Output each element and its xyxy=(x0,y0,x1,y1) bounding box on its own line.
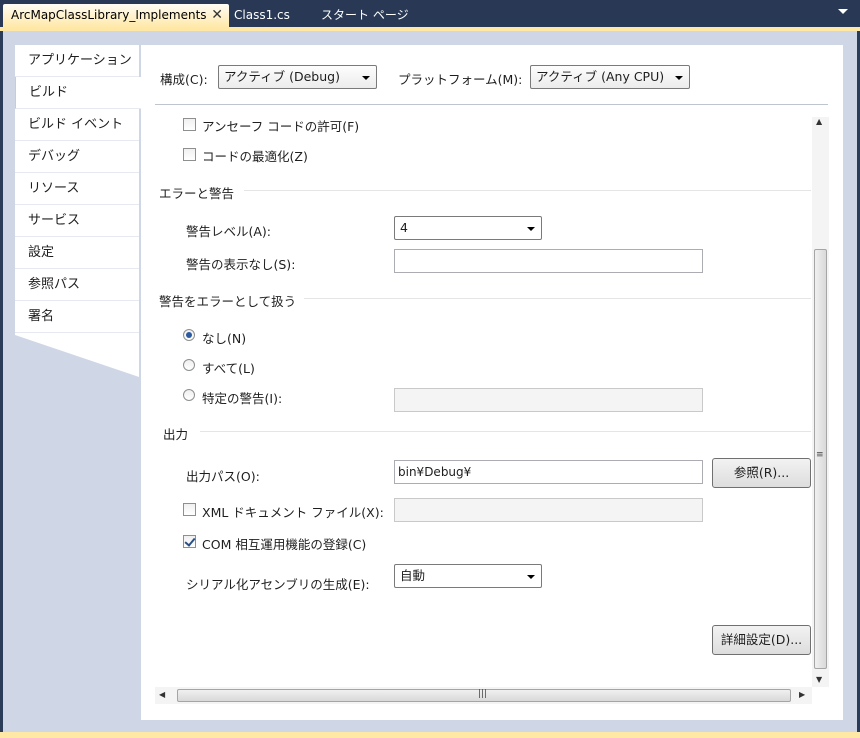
optimize-code-checkbox[interactable] xyxy=(183,148,196,161)
xml-doc-checkbox[interactable] xyxy=(183,503,196,516)
unsafe-code-label: アンセーフ コードの許可(F) xyxy=(202,119,360,134)
treat-specific-label: 特定の警告(I): xyxy=(202,391,283,406)
serialization-combo[interactable]: 自動 xyxy=(394,564,542,588)
tab-label: ArcMapClassLibrary_Implements xyxy=(11,8,207,22)
vertical-scrollbar[interactable]: ▲ ≡ ▼ xyxy=(812,117,829,687)
scroll-right-icon[interactable]: ▶ xyxy=(799,690,805,699)
nav-item-build-events[interactable]: ビルド イベント xyxy=(15,109,139,141)
nav-item-settings[interactable]: 設定 xyxy=(15,237,139,269)
bottom-accent-line xyxy=(0,732,860,738)
treat-none-radio[interactable] xyxy=(183,329,195,341)
section-rule xyxy=(244,190,811,191)
xml-doc-input[interactable] xyxy=(394,498,703,522)
specific-warnings-input[interactable] xyxy=(394,388,703,412)
chevron-down-icon[interactable] xyxy=(838,9,848,14)
config-label: 構成(C): xyxy=(160,72,208,87)
section-output-title: 出力 xyxy=(163,427,189,442)
section-rule xyxy=(200,431,811,432)
treat-specific-radio[interactable] xyxy=(183,389,195,401)
warning-level-value: 4 xyxy=(400,220,408,235)
grip-icon: ≡ xyxy=(816,450,824,460)
serialization-label: シリアル化アセンブリの生成(E): xyxy=(186,577,370,592)
treat-all-radio[interactable] xyxy=(183,359,195,371)
platform-label: プラットフォーム(M): xyxy=(398,72,523,87)
tab-start-page[interactable]: スタート ページ xyxy=(313,4,409,28)
horizontal-scroll-thumb[interactable]: ||| xyxy=(177,689,791,702)
document-tab-strip: ArcMapClassLibrary_Implements ✕ Class1.c… xyxy=(0,0,860,28)
close-icon[interactable]: ✕ xyxy=(211,4,223,27)
suppress-warnings-input[interactable] xyxy=(394,249,703,273)
nav-item-application[interactable]: アプリケーション xyxy=(15,45,139,77)
nav-item-signing[interactable]: 署名 xyxy=(15,301,139,333)
output-path-input[interactable]: bin¥Debug¥ xyxy=(394,460,703,484)
advanced-button[interactable]: 詳細設定(D)... xyxy=(712,625,811,655)
config-value: アクティブ (Debug) xyxy=(224,69,340,84)
chevron-down-icon xyxy=(527,227,535,231)
platform-combo[interactable]: アクティブ (Any CPU) xyxy=(530,65,690,89)
chevron-down-icon xyxy=(527,575,535,579)
warning-level-combo[interactable]: 4 xyxy=(394,216,542,240)
serialization-value: 自動 xyxy=(400,568,426,583)
tab-label: スタート ページ xyxy=(321,8,409,22)
vertical-scroll-thumb[interactable]: ≡ xyxy=(814,249,827,669)
build-settings-panel: 構成(C): アクティブ (Debug) プラットフォーム(M): アクティブ … xyxy=(141,45,843,720)
com-interop-label: COM 相互運用機能の登録(C) xyxy=(202,537,367,552)
horizontal-scrollbar[interactable]: ◀ ||| ▶ xyxy=(155,687,812,704)
nav-item-build[interactable]: ビルド xyxy=(15,77,145,109)
scroll-down-icon[interactable]: ▼ xyxy=(816,675,822,684)
chevron-down-icon xyxy=(675,76,683,80)
nav-item-debug[interactable]: デバッグ xyxy=(15,141,139,173)
section-rule xyxy=(304,298,811,299)
treat-all-label: すべて(L) xyxy=(202,361,255,376)
nav-item-services[interactable]: サービス xyxy=(15,205,139,237)
nav-item-reference-paths[interactable]: 参照パス xyxy=(15,269,139,301)
header-divider xyxy=(155,104,828,105)
optimize-code-label: コードの最適化(Z) xyxy=(202,149,308,164)
tab-label: Class1.cs xyxy=(234,8,290,22)
output-path-label: 出力パス(O): xyxy=(186,469,260,484)
section-errors-title: エラーと警告 xyxy=(159,186,235,201)
com-interop-checkbox[interactable] xyxy=(183,535,196,548)
scroll-left-icon[interactable]: ◀ xyxy=(159,690,165,699)
config-combo[interactable]: アクティブ (Debug) xyxy=(218,65,377,89)
browse-button[interactable]: 参照(R)... xyxy=(712,458,811,488)
grip-icon: ||| xyxy=(478,689,488,699)
chevron-down-icon xyxy=(362,76,370,80)
tab-project-properties[interactable]: ArcMapClassLibrary_Implements ✕ xyxy=(3,4,229,28)
tab-class1-cs[interactable]: Class1.cs xyxy=(226,4,290,28)
section-treat-warnings-title: 警告をエラーとして扱う xyxy=(159,294,297,309)
nav-item-resources[interactable]: リソース xyxy=(15,173,139,205)
suppress-warnings-label: 警告の表示なし(S): xyxy=(186,257,296,272)
treat-none-label: なし(N) xyxy=(202,331,247,346)
xml-doc-label: XML ドキュメント ファイル(X): xyxy=(202,505,384,520)
warning-level-label: 警告レベル(A): xyxy=(186,224,272,239)
platform-value: アクティブ (Any CPU) xyxy=(536,69,665,84)
unsafe-code-checkbox[interactable] xyxy=(183,118,196,131)
scroll-up-icon[interactable]: ▲ xyxy=(816,117,822,126)
